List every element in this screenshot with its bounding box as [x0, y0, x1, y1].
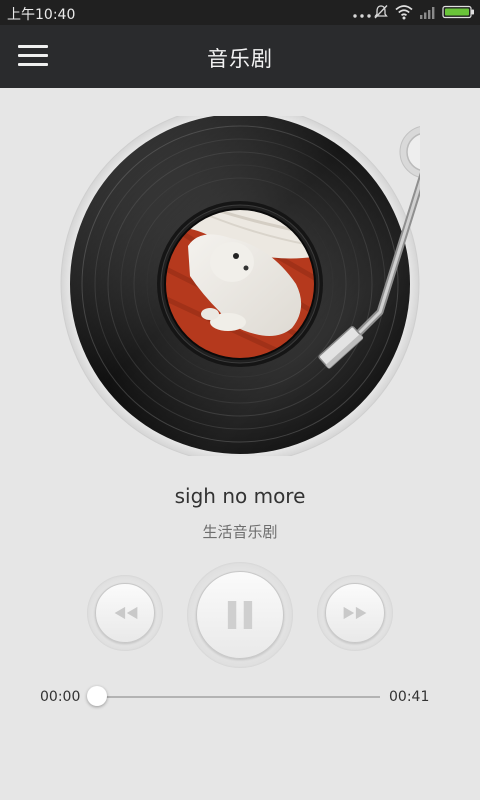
status-time: 上午10:40: [7, 7, 76, 23]
album-name: 生活音乐剧: [202, 523, 278, 541]
total-time: 00:41: [389, 689, 430, 705]
song-title: sigh no more: [174, 484, 306, 508]
more-dots-icon: [353, 14, 371, 18]
app-bar: 音乐剧: [0, 25, 480, 88]
signal-icon: [420, 7, 435, 19]
fast-forward-icon: [343, 606, 367, 620]
rewind-icon: [114, 606, 138, 620]
rewind-button[interactable]: [87, 575, 163, 651]
elapsed-time: 00:00: [40, 689, 81, 705]
notifications-muted-icon: [374, 5, 388, 19]
seek-bar[interactable]: [97, 696, 380, 698]
status-bar: 上午10:40: [0, 0, 480, 25]
fast-forward-button[interactable]: [317, 575, 393, 651]
seek-thumb[interactable]: [87, 686, 107, 706]
pause-icon: [227, 601, 253, 629]
vinyl-turntable: [60, 116, 420, 456]
wifi-icon: [395, 5, 413, 20]
battery-icon: [442, 5, 474, 19]
page-title: 音乐剧: [207, 47, 273, 71]
play-pause-button[interactable]: [187, 562, 293, 668]
